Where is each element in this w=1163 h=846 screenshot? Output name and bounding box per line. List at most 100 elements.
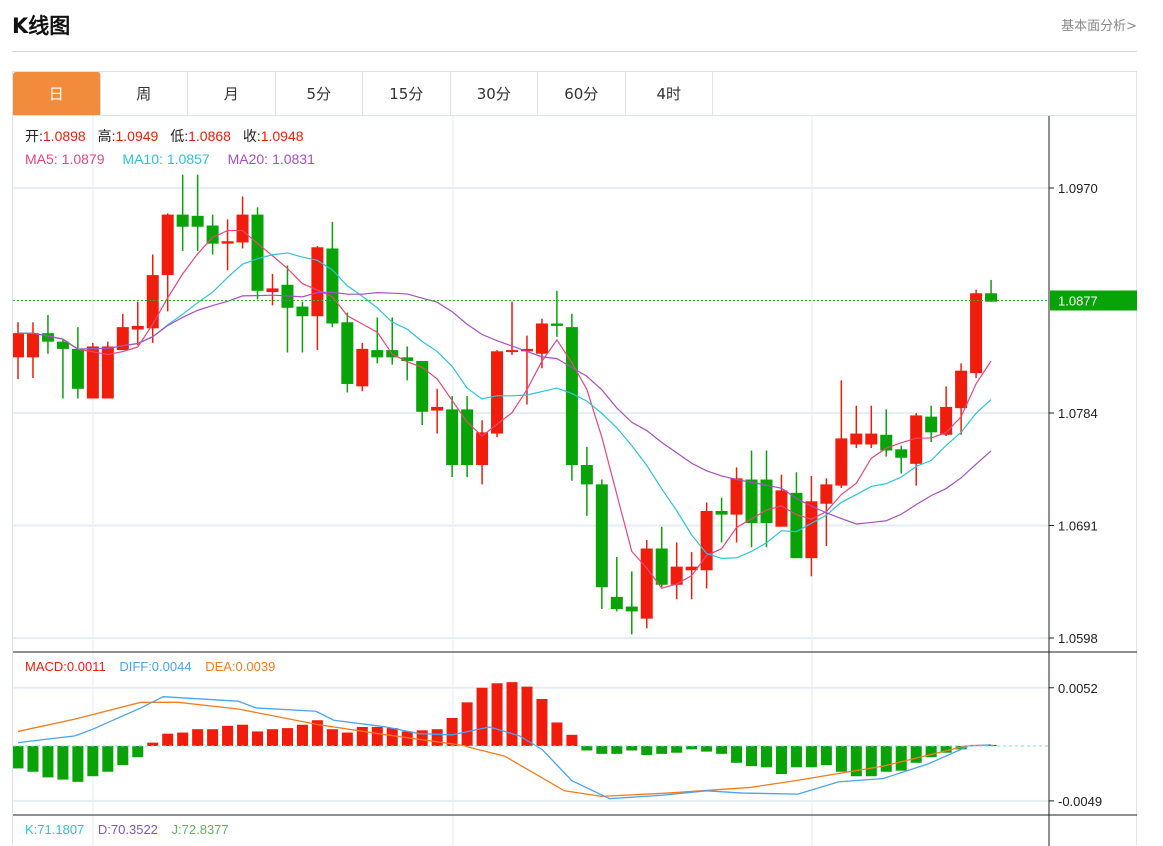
candle: [266, 273, 279, 306]
tab-4hour[interactable]: 4时: [626, 72, 713, 115]
tab-60min[interactable]: 60分: [538, 72, 626, 115]
candlestick-chart[interactable]: 1.0970 1.0784 1.0691 1.0598 0.0052 -0.0049 1.0…: [13, 116, 1137, 846]
candle: [236, 196, 249, 249]
macd-bar: [910, 746, 922, 763]
moving-averages: [18, 229, 992, 589]
candle-body: [326, 248, 339, 324]
candle: [431, 388, 444, 434]
macd-bar: [446, 718, 458, 746]
candle: [371, 317, 384, 364]
candle: [281, 265, 294, 353]
candle: [670, 542, 683, 600]
candle: [970, 289, 983, 378]
macd-bar: [386, 728, 398, 746]
macd-bar: [716, 746, 728, 754]
candle: [745, 450, 758, 548]
candle-body: [535, 323, 548, 354]
tab-week[interactable]: 周: [101, 72, 188, 115]
macd-bar: [820, 746, 832, 766]
candle-body: [56, 341, 69, 349]
high-value: 1.0949: [116, 128, 159, 144]
tab-month[interactable]: 月: [188, 72, 276, 115]
close-value: 1.0948: [261, 128, 304, 144]
candle: [296, 301, 309, 353]
tab-30min[interactable]: 30分: [451, 72, 538, 115]
dea-value: DEA:0.0039: [205, 659, 275, 674]
d-value: D:70.3522: [98, 822, 158, 837]
candle-body: [191, 215, 204, 227]
macd-bar: [102, 746, 114, 772]
macd-bar: [177, 732, 189, 746]
macd-bar: [147, 742, 159, 746]
macd-bar: [835, 746, 847, 772]
macd-bar: [341, 732, 353, 746]
macd-bar: [790, 746, 802, 768]
macd-bar: [296, 724, 308, 746]
candle-body: [790, 492, 803, 559]
macd-bar: [326, 729, 338, 746]
candle-body: [251, 214, 264, 291]
candle-body: [940, 406, 953, 435]
candle: [41, 315, 54, 354]
macd-bar: [521, 686, 533, 746]
macd-bar: [132, 746, 144, 758]
candle: [71, 327, 84, 399]
open-value: 1.0898: [43, 128, 86, 144]
candle: [101, 341, 114, 399]
macd-bar: [42, 746, 54, 778]
candle: [700, 502, 713, 589]
candle-body: [955, 370, 968, 409]
candle: [13, 322, 24, 380]
price-tick-label: 1.0970: [1058, 181, 1098, 196]
candle: [640, 540, 653, 629]
divider: [12, 51, 1137, 52]
candle-body: [266, 288, 279, 293]
fundamental-analysis-link[interactable]: 基本面分析>: [1061, 15, 1137, 34]
tab-5min[interactable]: 5分: [276, 72, 363, 115]
candle: [655, 526, 668, 588]
candle-body: [311, 247, 324, 317]
macd-tick-label: -0.0049: [1058, 794, 1102, 809]
candle: [191, 174, 204, 251]
candle-body: [595, 484, 608, 588]
candle: [715, 497, 728, 543]
candle: [221, 219, 234, 271]
candle-body: [206, 225, 219, 244]
kline-panel: 日 周 月 5分 15分 30分 60分 4时 1.0970 1.0784 1.06…: [12, 71, 1137, 846]
candle-body: [580, 465, 593, 485]
ma5-label: MA5:: [25, 151, 58, 167]
candle: [131, 301, 144, 346]
tab-15min[interactable]: 15分: [363, 72, 451, 115]
macd-bar: [761, 746, 772, 768]
macd-bar: [192, 729, 204, 746]
candle-body: [925, 416, 938, 433]
ma20-value: 1.0831: [272, 151, 315, 167]
macd-bar: [27, 746, 39, 772]
candle-body: [506, 350, 519, 353]
price-tick-label: 1.0784: [1058, 406, 1098, 421]
macd-bar: [865, 746, 877, 777]
candle: [476, 420, 489, 485]
macd-bar: [371, 726, 383, 746]
tab-day[interactable]: 日: [13, 72, 101, 115]
candle-body: [865, 433, 878, 445]
candle-body: [416, 360, 429, 412]
macd-bar: [746, 746, 758, 767]
macd-bar: [731, 746, 743, 763]
candle: [446, 396, 459, 478]
candle-body: [86, 346, 99, 399]
macd-bar: [207, 729, 219, 746]
macd-bar: [356, 726, 368, 746]
macd-bar: [13, 746, 24, 769]
ma10-line: [18, 252, 992, 560]
ma10-label: MA10:: [122, 151, 162, 167]
ma5-line: [18, 229, 992, 589]
candle-body: [850, 433, 863, 445]
open-label: 开:: [25, 128, 43, 144]
k-value: K:71.1807: [25, 822, 84, 837]
candle-body: [625, 606, 638, 612]
ma10-value: 1.0857: [167, 151, 210, 167]
candle-body: [431, 406, 444, 411]
macd-value: MACD:0.0011: [25, 659, 106, 674]
candle-body: [371, 350, 384, 358]
